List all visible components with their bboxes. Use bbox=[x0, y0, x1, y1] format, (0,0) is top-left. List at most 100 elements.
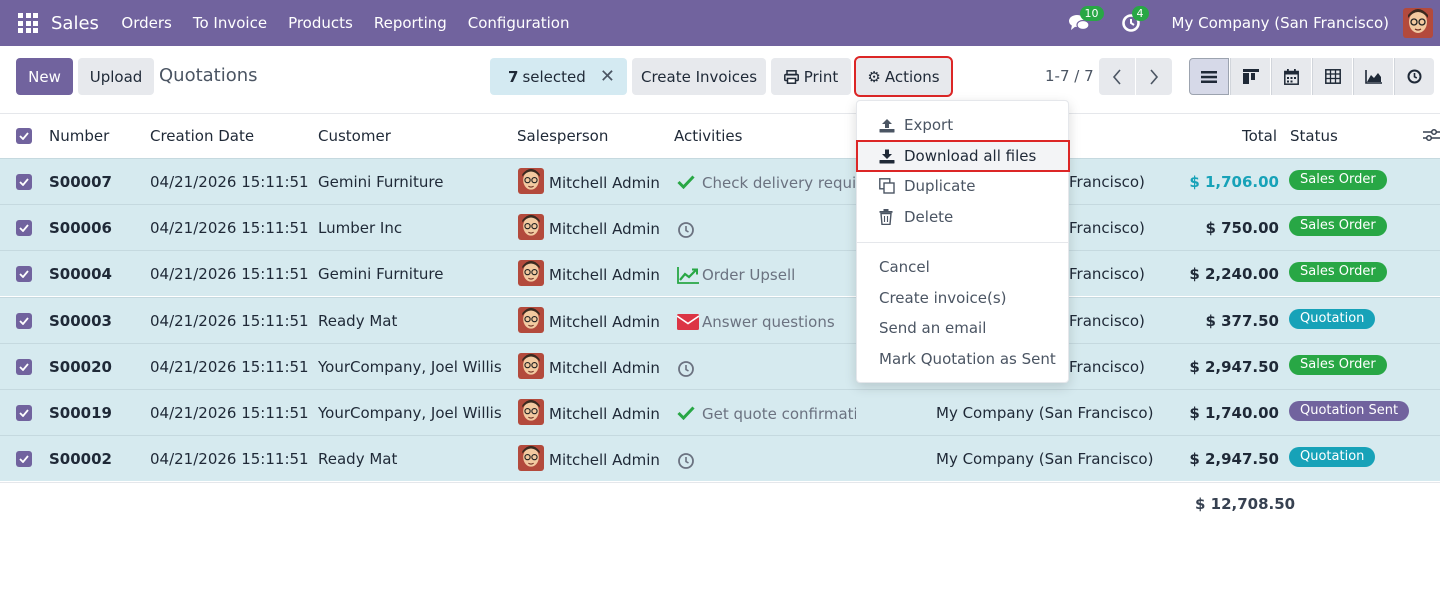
menu-item-export[interactable]: Export bbox=[857, 110, 1068, 140]
order-number: S00003 bbox=[49, 311, 112, 330]
row-checkbox[interactable] bbox=[16, 358, 32, 375]
column-total[interactable]: Total bbox=[1242, 127, 1277, 145]
table-row[interactable]: S00019 04/21/2026 15:11:51 YourCompany, Jo… bbox=[0, 389, 1440, 435]
salesperson-name: Mitchell Admin bbox=[549, 174, 660, 192]
kanban-view-button[interactable] bbox=[1230, 58, 1270, 95]
envelope-icon[interactable] bbox=[676, 313, 700, 334]
table-row[interactable]: S00006 04/21/2026 15:11:51 Lumber Inc Mitch… bbox=[0, 204, 1440, 251]
pager-value[interactable]: 1-7 / 7 bbox=[1045, 67, 1094, 85]
selected-count: 7 bbox=[508, 67, 519, 86]
salesperson-avatar bbox=[518, 306, 544, 333]
check-icon[interactable] bbox=[677, 175, 695, 193]
table-row[interactable]: S00020 04/21/2026 15:11:51 YourCompany, Jo… bbox=[0, 342, 1440, 389]
column-activities[interactable]: Activities bbox=[674, 127, 742, 145]
apps-menu-icon[interactable] bbox=[18, 13, 38, 33]
menu-products[interactable]: Products bbox=[278, 14, 364, 32]
customer-name: Gemini Furniture bbox=[318, 173, 444, 191]
activity-summary: Check delivery requir bbox=[702, 174, 856, 192]
clock-icon[interactable] bbox=[677, 452, 695, 474]
upload-button[interactable]: Upload bbox=[78, 58, 154, 95]
menu-to-invoice[interactable]: To Invoice bbox=[182, 14, 277, 32]
row-checkbox[interactable] bbox=[16, 266, 32, 283]
menu-item-duplicate[interactable]: Duplicate bbox=[857, 171, 1068, 201]
company-switcher[interactable]: My Company (San Francisco) bbox=[1172, 14, 1389, 32]
select-all-checkbox[interactable] bbox=[16, 128, 32, 144]
menu-item-cancel[interactable]: Cancel bbox=[857, 252, 1068, 282]
checkmark-icon bbox=[19, 455, 29, 464]
activity-clock-icon[interactable]: 4 bbox=[1120, 6, 1149, 34]
table-row[interactable]: S00004 04/21/2026 15:11:51 Gemini Furnitur… bbox=[0, 250, 1440, 297]
menu-item-create-invoices[interactable]: Create invoice(s) bbox=[857, 283, 1068, 313]
checkmark-icon bbox=[19, 363, 29, 371]
table-row[interactable]: S00007 04/21/2026 15:11:51 Gemini Furnitur… bbox=[0, 158, 1440, 204]
menu-configuration[interactable]: Configuration bbox=[457, 14, 580, 32]
order-total: $ 750.00 bbox=[1205, 219, 1279, 238]
salesperson-name: Mitchell Admin bbox=[549, 451, 660, 470]
menu-item-send-email[interactable]: Send an email bbox=[857, 313, 1068, 343]
list-icon bbox=[1201, 70, 1217, 83]
order-total: $ 1,740.00 bbox=[1189, 404, 1279, 422]
activity-view-button[interactable] bbox=[1394, 58, 1434, 95]
checkmark-icon bbox=[19, 178, 29, 186]
column-status[interactable]: Status bbox=[1290, 127, 1338, 145]
menu-item-export-label: Export bbox=[904, 116, 954, 134]
row-checkbox[interactable] bbox=[16, 174, 32, 190]
salesperson-name: Mitchell Admin bbox=[549, 266, 660, 285]
list-view-button[interactable] bbox=[1189, 58, 1229, 95]
app-brand[interactable]: Sales bbox=[51, 13, 99, 34]
menu-item-delete[interactable]: Delete bbox=[857, 202, 1068, 232]
menu-orders[interactable]: Orders bbox=[111, 14, 182, 32]
menu-item-duplicate-label: Duplicate bbox=[904, 177, 976, 195]
chevron-left-icon bbox=[1112, 68, 1121, 85]
menu-reporting[interactable]: Reporting bbox=[363, 14, 457, 32]
table-header: Number Creation Date Customer Salesperso… bbox=[0, 113, 1440, 158]
pager-previous-button[interactable] bbox=[1099, 58, 1135, 95]
column-creation-date[interactable]: Creation Date bbox=[150, 127, 254, 145]
order-total: $ 2,947.50 bbox=[1189, 450, 1279, 469]
creation-date: 04/21/2026 15:11:51 bbox=[150, 357, 309, 376]
dropdown-separator bbox=[857, 242, 1068, 243]
order-number: S00002 bbox=[49, 450, 112, 469]
pager-next-button[interactable] bbox=[1136, 58, 1172, 95]
column-customer[interactable]: Customer bbox=[318, 127, 391, 145]
row-checkbox[interactable] bbox=[16, 451, 32, 468]
create-invoices-button[interactable]: Create Invoices bbox=[632, 58, 766, 95]
clock-icon[interactable] bbox=[677, 360, 695, 382]
table-row[interactable]: S00003 04/21/2026 15:11:51 Ready Mat Mitche… bbox=[0, 296, 1440, 343]
order-number: S00006 bbox=[49, 219, 112, 238]
chat-icon[interactable]: 10 bbox=[1068, 6, 1104, 34]
calendar-icon bbox=[1284, 68, 1299, 85]
check-icon[interactable] bbox=[677, 406, 695, 424]
print-button[interactable]: Print bbox=[771, 58, 851, 95]
actions-button[interactable]: ⚙ Actions bbox=[854, 56, 953, 97]
company-name: Francisco) bbox=[1069, 311, 1145, 330]
graph-view-button[interactable] bbox=[1353, 58, 1393, 95]
menu-item-mark-sent[interactable]: Mark Quotation as Sent bbox=[857, 344, 1068, 374]
status-badge: Quotation bbox=[1289, 447, 1376, 468]
row-checkbox[interactable] bbox=[16, 220, 32, 237]
row-checkbox[interactable] bbox=[16, 312, 32, 329]
pivot-view-button[interactable] bbox=[1312, 58, 1352, 95]
column-salesperson[interactable]: Salesperson bbox=[517, 127, 608, 145]
unselect-close-icon[interactable]: ✕ bbox=[600, 66, 615, 87]
top-navbar: Sales Orders To Invoice Products Reporti… bbox=[0, 0, 1440, 46]
creation-date: 04/21/2026 15:11:51 bbox=[150, 311, 309, 330]
menu-item-download-all-files[interactable]: Download all files bbox=[856, 140, 1070, 172]
row-checkbox[interactable] bbox=[16, 405, 32, 421]
download-icon bbox=[879, 149, 899, 164]
column-settings-icon[interactable] bbox=[1423, 128, 1440, 146]
chevron-right-icon bbox=[1150, 68, 1159, 85]
clock-icon[interactable] bbox=[677, 221, 695, 243]
chart-up-icon[interactable] bbox=[677, 267, 699, 288]
table-row[interactable]: S00002 04/21/2026 15:11:51 Ready Mat Mitche… bbox=[0, 435, 1440, 482]
chat-badge: 10 bbox=[1079, 6, 1104, 21]
grand-total: $ 12,708.50 bbox=[1195, 495, 1296, 513]
status-badge: Sales Order bbox=[1289, 216, 1387, 237]
calendar-view-button[interactable] bbox=[1271, 58, 1311, 95]
selection-indicator: 7 selected ✕ bbox=[490, 58, 627, 95]
user-avatar[interactable] bbox=[1403, 8, 1433, 38]
customer-name: Lumber Inc bbox=[318, 219, 403, 238]
new-button[interactable]: New bbox=[16, 58, 73, 95]
checkmark-icon bbox=[19, 270, 29, 279]
column-number[interactable]: Number bbox=[49, 127, 109, 145]
